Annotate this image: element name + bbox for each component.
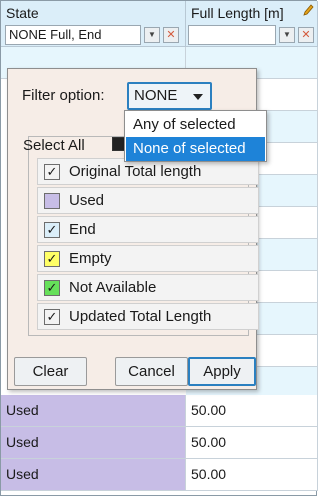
full-length-filter-dropdown-button[interactable]: ▼ bbox=[279, 27, 295, 43]
filter-item-updated-total-length[interactable]: ✓ Updated Total Length bbox=[37, 303, 259, 330]
table-row-full-length[interactable]: 50.00 bbox=[186, 427, 318, 459]
filter-item-original-total-length[interactable]: ✓ Original Total length bbox=[37, 158, 259, 185]
filter-item-label: Used bbox=[69, 192, 105, 209]
check-icon[interactable]: ✓ bbox=[44, 251, 60, 267]
table-row-state[interactable]: Used bbox=[1, 427, 186, 459]
cell-full-length: 50.00 bbox=[191, 434, 227, 450]
filter-item-empty[interactable]: ✓ Empty bbox=[37, 245, 259, 272]
apply-button[interactable]: Apply bbox=[188, 357, 256, 386]
filter-item-label: Original Total length bbox=[69, 163, 202, 180]
check-icon[interactable]: ✓ bbox=[44, 280, 60, 296]
cell-state: Used bbox=[6, 434, 39, 450]
full-length-filter-clear-button[interactable]: ✕ bbox=[298, 27, 314, 43]
filter-item-label: Not Available bbox=[69, 279, 157, 296]
filter-item-label: Updated Total Length bbox=[69, 308, 212, 325]
state-filter-dropdown-button[interactable]: ▼ bbox=[144, 27, 160, 43]
clear-button[interactable]: Clear bbox=[14, 357, 87, 386]
pencil-icon bbox=[303, 4, 314, 16]
cancel-button[interactable]: Cancel bbox=[115, 357, 188, 386]
filter-item-label: End bbox=[69, 221, 96, 238]
filter-item-end[interactable]: ✓ End bbox=[37, 216, 259, 243]
checkbox-icon[interactable] bbox=[44, 193, 60, 209]
cell-state: Used bbox=[6, 402, 39, 418]
check-icon[interactable]: ✓ bbox=[44, 222, 60, 238]
filter-item-used[interactable]: Used bbox=[37, 187, 259, 214]
column-header-state[interactable]: State NONE Full, End ▼ ✕ bbox=[1, 1, 186, 47]
filter-option-value: NONE bbox=[134, 87, 178, 104]
filter-option-select[interactable]: NONE bbox=[127, 82, 212, 110]
state-filter-clear-button[interactable]: ✕ bbox=[163, 27, 179, 43]
table-row-full-length[interactable]: 50.00 bbox=[186, 459, 318, 491]
menu-item-none-of-selected[interactable]: None of selected bbox=[126, 137, 265, 161]
menu-item-any-of-selected[interactable]: Any of selected bbox=[126, 113, 265, 137]
clear-filter-icon: ✕ bbox=[166, 29, 176, 41]
state-filter-input[interactable]: NONE Full, End bbox=[5, 25, 141, 45]
cell-full-length: 50.00 bbox=[191, 466, 227, 482]
cell-full-length: 50.00 bbox=[191, 402, 227, 418]
clear-filter-icon: ✕ bbox=[301, 29, 311, 41]
chevron-down-icon: ▼ bbox=[283, 30, 291, 39]
check-icon[interactable]: ✓ bbox=[44, 164, 60, 180]
select-all-label: Select All bbox=[23, 137, 85, 154]
filter-item-label: Empty bbox=[69, 250, 112, 267]
chevron-down-icon bbox=[193, 94, 203, 100]
filter-option-label: Filter option: bbox=[22, 87, 105, 104]
column-header-full-length[interactable]: Full Length [m] ▼ ✕ bbox=[186, 1, 318, 47]
column-title-full-length: Full Length [m] bbox=[191, 5, 284, 21]
filter-item-not-available[interactable]: ✓ Not Available bbox=[37, 274, 259, 301]
table-row-state[interactable]: Used bbox=[1, 459, 186, 491]
check-icon[interactable]: ✓ bbox=[44, 309, 60, 325]
table-row-full-length[interactable]: 50.00 bbox=[186, 395, 318, 427]
full-length-filter-input[interactable] bbox=[188, 25, 276, 45]
column-title-state: State bbox=[6, 5, 39, 21]
cell-state: Used bbox=[6, 466, 39, 482]
table-row-state[interactable]: Used bbox=[1, 395, 186, 427]
filter-option-menu: Any of selected None of selected bbox=[124, 110, 267, 162]
chevron-down-icon: ▼ bbox=[148, 30, 156, 39]
filter-values-list: ✓ Original Total length Used ✓ End ✓ Emp… bbox=[28, 136, 259, 336]
